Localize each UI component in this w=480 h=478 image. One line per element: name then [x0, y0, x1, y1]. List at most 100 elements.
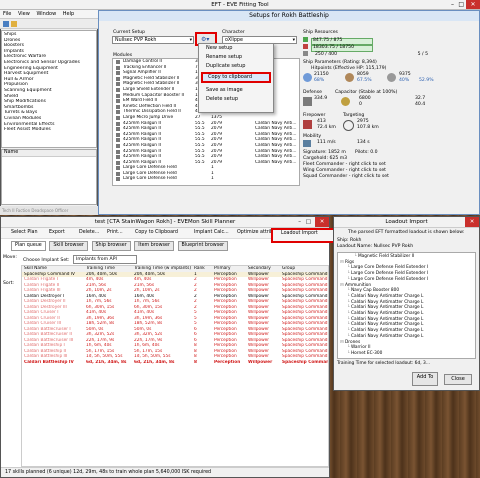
loadout-intro: The parsed EFT formatted loadout is show… [348, 230, 465, 235]
module-icon [116, 76, 120, 81]
cap-value: 0 [359, 102, 362, 107]
loadout-tree-label: Caldari Navy Antimatter Charge L [350, 328, 424, 334]
table-row[interactable]: Caldari Battleship IV 6d, 21h, 34m, 8s 6d,… [22, 360, 328, 366]
tab-plan-queue[interactable]: Plan queue [11, 241, 46, 251]
character-label: Character [222, 30, 245, 35]
module-icon [116, 132, 120, 137]
loadout-tree-label: Large Core Defense Field Extender I [350, 276, 429, 282]
setup-context-menu: New setup Rename setup Duplicate setup C… [198, 43, 274, 113]
powergrid-value: 18303.75 / 18750 [313, 45, 355, 50]
squad-commander-text[interactable]: Squad Commander - right click to set [303, 174, 436, 180]
group-cell: Spaceship Command [282, 359, 328, 365]
tab-blueprint-browser[interactable]: Blueprint browser [177, 241, 229, 251]
signature-text: Signature: 1852 m [303, 150, 346, 155]
close-label: Close [451, 376, 465, 382]
menu-file[interactable]: File [3, 11, 11, 17]
resources-label: Ship Resources [303, 30, 338, 35]
delete-button[interactable]: Delete... [79, 228, 99, 238]
maximize-icon[interactable]: □ [458, 1, 464, 8]
eft-statusbar: Tech II Faction Deadspace Officer [0, 206, 98, 215]
loadout-tree-label: Magnetic Field Stabilizer II [357, 254, 415, 259]
export-button[interactable]: Export [49, 228, 65, 238]
loadout-name: Loadout Name: Nullsec PVP Rokh [337, 244, 414, 249]
module-icon [116, 71, 120, 76]
menu-help[interactable]: Help [63, 11, 74, 17]
cpu-value: 847.75 / 875 [313, 38, 343, 43]
tab-item-browser[interactable]: Item browser [134, 241, 174, 251]
sort-label: Sort: [3, 281, 14, 286]
shield-icon [303, 73, 312, 82]
menu-window[interactable]: Window [36, 11, 56, 17]
mobility-value: 134 s [357, 140, 370, 145]
loadout-titlebar: Loadout Import ✕ [334, 217, 479, 228]
loadout-tree-item[interactable]: └ Hornet EC-300 [340, 351, 473, 357]
menu-copy-to-clipboard[interactable]: Copy to clipboard [201, 72, 271, 83]
module-row[interactable]: Large Core Defense Field 1 [113, 176, 299, 182]
hitpoints-row: 21150 8059 9375 68% 67.5% 40% 52.9% [303, 72, 436, 85]
loadout-tree-label: Caldari Navy Antimatter Charge L [350, 316, 424, 322]
loadout-title: Loadout Import [385, 219, 428, 225]
eft-status-text: Tech II Faction Deadspace Officer [2, 208, 69, 213]
col-training-time-implants[interactable]: Training Time (w implants) [132, 266, 192, 272]
module-icon [116, 99, 120, 104]
module-icon [116, 121, 120, 126]
module-icon [116, 171, 120, 176]
cpu-icon [303, 37, 308, 42]
calibration-value: 250 / 400 [315, 52, 338, 57]
group-cell: Spaceship Command [282, 321, 328, 326]
add-to-label: Add To [416, 374, 434, 380]
module-icon [116, 177, 120, 182]
menu-rename-setup[interactable]: Rename setup [199, 53, 273, 62]
skill-table: Skill Name Training Time Training Time (… [22, 266, 328, 365]
calibration-row: 250 / 400 5 / 5 [303, 51, 436, 58]
tree-item[interactable]: Fleet Assist Modules [4, 127, 94, 133]
secondary-cell: Willpower [248, 359, 273, 365]
minimize-icon[interactable]: – [451, 1, 454, 8]
resist-value: 40% [399, 78, 410, 83]
tab-skill-browser[interactable]: Skill browser [49, 241, 88, 251]
maximize-icon[interactable]: □ [306, 217, 311, 227]
eft-main-titlebar: EFT - EVE Fitting Tool – □ ✕ [0, 0, 480, 10]
current-setup-select[interactable]: Nullsec PVP Rokh ▾ [112, 36, 194, 44]
eft-title: EFT - EVE Fitting Tool [211, 2, 269, 8]
evemon-statusbar: 17 skills planned (6 unique) 12d, 29m, 4… [1, 467, 329, 477]
menu-view[interactable]: View [18, 11, 30, 17]
implant-label: Choose Implant Set: [23, 258, 70, 263]
primary-cell: Perception [214, 359, 241, 365]
tab-ship-browser[interactable]: Ship browser [91, 241, 131, 251]
toolbar-new-icon[interactable] [3, 21, 9, 27]
print-button[interactable]: Print... [107, 228, 123, 238]
copy-clipboard-button[interactable]: Copy to Clipboard [135, 228, 178, 238]
implant-select[interactable]: Implants from API [73, 255, 137, 264]
loadout-import-label: Loadout Import [281, 231, 318, 236]
close-button[interactable]: Close [444, 374, 472, 385]
module-icon [116, 60, 120, 64]
loadout-tree-label: Hornet EC-300 [350, 350, 383, 356]
resist-value: 52.9% [419, 78, 434, 83]
pilots-text: Pilots: 0.0 [355, 150, 378, 155]
minimize-icon[interactable]: – [298, 217, 301, 227]
setup-menu-icon: ⚙▾ [201, 36, 210, 43]
toolbar-open-icon[interactable] [11, 21, 17, 27]
add-to-button[interactable]: Add To [412, 372, 438, 386]
eft-category-tree: Ships Drones Boosters Implants Electroni… [1, 30, 97, 148]
implant-calc-button[interactable]: Implant Calc... [194, 228, 229, 238]
module-icon [116, 82, 120, 87]
menu-delete-setup[interactable]: Delete setup [199, 95, 273, 104]
close-icon[interactable]: ✕ [315, 217, 329, 227]
module-icon [116, 160, 120, 165]
menu-duplicate-setup[interactable]: Duplicate setup [199, 62, 273, 71]
resist-value: 67.5% [357, 78, 372, 83]
evemon-title: test [CTA StainWagon Rokh] - EVEMon Skil… [94, 219, 236, 225]
loadout-tree-label: Caldari Navy Antimatter Charge L [350, 311, 424, 317]
loadout-tree-label: Caldari Navy Antimatter Charge L [350, 299, 424, 305]
menu-save-as-image[interactable]: Save as image [199, 86, 273, 95]
module-icon [116, 138, 120, 143]
group-cell: Spaceship Command [282, 343, 328, 348]
select-plan-button[interactable]: Select Plan [11, 228, 38, 238]
close-icon[interactable]: ✕ [466, 0, 480, 9]
evemon-window: test [CTA StainWagon Rokh] - EVEMon Skil… [0, 216, 339, 478]
close-icon[interactable]: ✕ [465, 217, 479, 227]
menu-new-setup[interactable]: New setup [199, 44, 273, 53]
chevron-down-icon: ▾ [292, 38, 295, 43]
